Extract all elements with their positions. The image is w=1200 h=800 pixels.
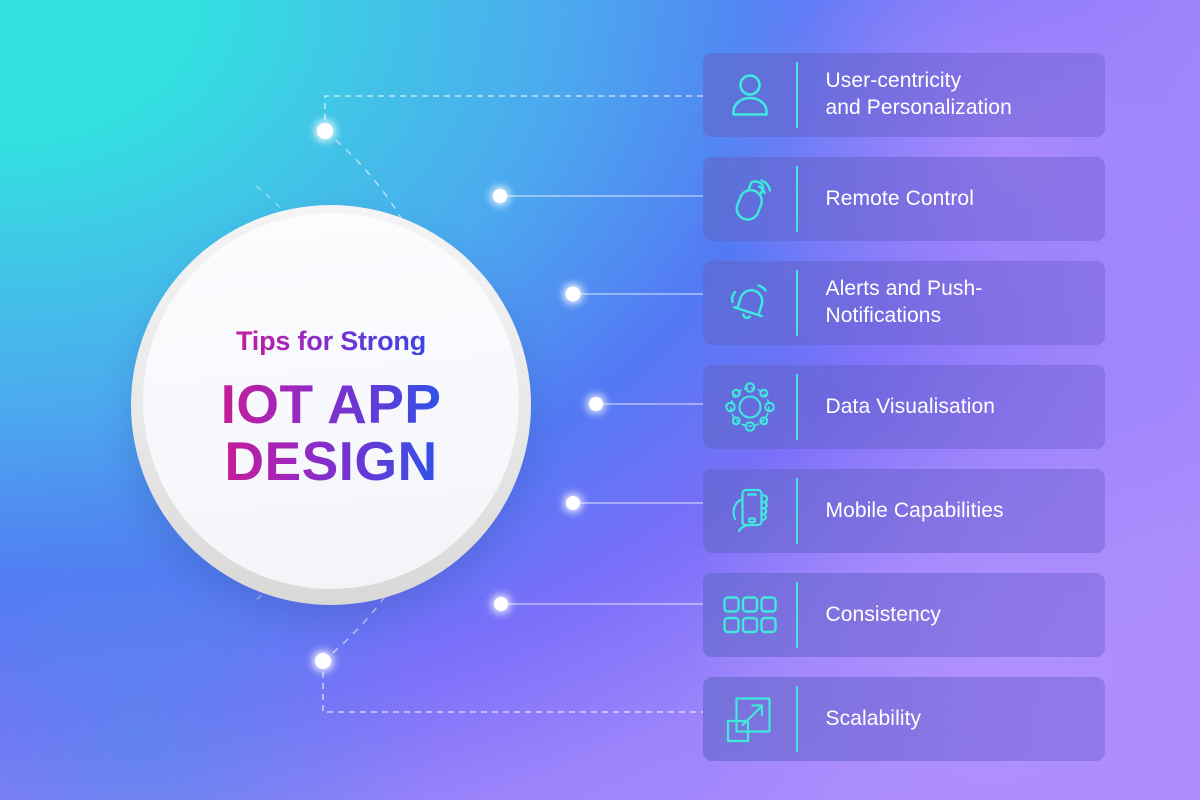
hub-eyebrow: Tips for Strong [236,325,426,356]
card-label: Scalability [798,706,1106,733]
remote-control-icon [703,173,796,225]
card-label-line-1: Mobile Capabilities [825,498,1004,522]
card-label: Alerts and Push- Notifications [798,276,1106,330]
node-dot-user-centricity [317,123,333,139]
card-label: Consistency [798,602,1106,629]
card-data-visualisation[interactable]: Data Visualisation [703,365,1105,449]
card-label: User-centricity and Personalization [798,68,1106,122]
card-divider [796,478,798,544]
card-user-centricity[interactable]: User-centricity and Personalization [703,53,1105,137]
hub-headline-line-1: IOT APP [220,372,442,435]
card-alerts-push-notifications[interactable]: Alerts and Push- Notifications [703,261,1105,345]
feature-card-list: User-centricity and Personalization Remo… [703,53,1105,781]
card-scalability[interactable]: Scalability [703,677,1105,761]
node-dot-alerts [565,286,581,302]
node-dot-remote-control [493,189,507,203]
hub-headline-line-2: DESIGN [224,430,438,492]
card-label-line-1: Scalability [825,706,922,730]
scale-arrow-icon [703,693,796,745]
grid-icon [703,596,796,634]
connector-elbow-scalability [322,661,703,713]
connector-elbow-user-centricity [324,95,703,131]
card-label-line-1: Consistency [825,602,941,626]
phone-in-hand-icon [703,485,796,537]
card-label: Data Visualisation [798,394,1106,421]
card-divider [796,62,798,128]
node-dot-scalability [315,653,331,669]
card-label: Remote Control [798,186,1106,213]
card-label-line-2: Notifications [825,304,942,327]
card-divider [796,686,798,752]
card-mobile-capabilities[interactable]: Mobile Capabilities [703,469,1105,553]
card-remote-control[interactable]: Remote Control [703,157,1105,241]
card-label-line-1: User-centricity [825,69,962,93]
hub-text-block: Tips for Strong IOT APP DESIGN [131,205,531,605]
card-divider [796,270,798,336]
card-divider [796,582,798,648]
bell-icon [703,279,796,327]
node-dot-mobile-capabilities [566,496,580,510]
user-icon [703,71,796,119]
node-dot-data-visualisation [589,397,603,411]
card-label-line-2: and Personalization [825,96,1012,119]
card-label-line-1: Remote Control [825,186,974,210]
card-label-line-1: Alerts and Push- [825,277,983,301]
infographic-canvas: Tips for Strong IOT APP DESIGN User-cent… [0,0,1200,800]
card-consistency[interactable]: Consistency [703,573,1105,657]
central-hub: Tips for Strong IOT APP DESIGN [131,205,531,605]
card-divider [796,166,798,232]
data-visualisation-icon [703,380,796,434]
card-label-line-1: Data Visualisation [825,394,996,418]
card-label: Mobile Capabilities [798,498,1106,525]
card-divider [796,374,798,440]
